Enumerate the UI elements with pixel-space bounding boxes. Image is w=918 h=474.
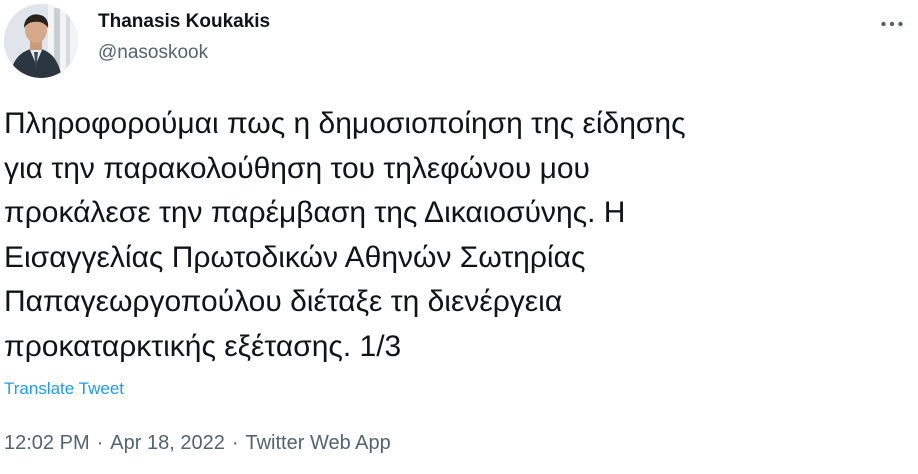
- tweet-text-line: προκάλεσε την παρέμβαση της Δικαιοσύνης.…: [4, 196, 626, 229]
- meta-separator: ·: [231, 432, 239, 454]
- more-horizontal-icon: [881, 21, 903, 27]
- tweet-text-line: προκαταρκτικής εξέτασης. 1/3: [4, 329, 402, 363]
- author-names: Thanasis Koukakis @nasoskook: [98, 10, 270, 65]
- tweet-source[interactable]: Twitter Web App: [245, 432, 390, 454]
- avatar-photo: [4, 4, 78, 78]
- translate-tweet-link[interactable]: Translate Tweet: [4, 378, 124, 400]
- meta-separator: ·: [96, 432, 104, 454]
- tweet-text-line: για την παρακολούθηση του τηλεφώνου μου: [4, 151, 590, 185]
- tweet-date[interactable]: Apr 18, 2022: [110, 432, 225, 454]
- tweet-card: Thanasis Koukakis @nasoskook Πληροφορούμ…: [0, 0, 918, 474]
- author-display-name[interactable]: Thanasis Koukakis: [98, 10, 270, 34]
- more-options-button[interactable]: [876, 12, 908, 36]
- tweet-metadata: 12:02 PM · Apr 18, 2022 · Twitter Web App: [4, 430, 391, 456]
- tweet-text-line: Εισαγγελίας Πρωτοδικών Αθηνών Σωτηρίας: [4, 240, 586, 274]
- tweet-text-line: Πληροφορούμαι πως η δημοσιοποίηση της εί…: [4, 107, 686, 140]
- tweet-text-line: Παπαγεωργοπούλου διέταξε τη διενέργεια: [4, 285, 563, 318]
- author-handle[interactable]: @nasoskook: [98, 41, 270, 65]
- tweet-header: Thanasis Koukakis @nasoskook: [4, 4, 914, 84]
- avatar[interactable]: [4, 4, 78, 78]
- tweet-text: Πληροφορούμαι πως η δημοσιοποίηση της εί…: [4, 102, 904, 369]
- tweet-timestamp[interactable]: 12:02 PM: [4, 432, 90, 454]
